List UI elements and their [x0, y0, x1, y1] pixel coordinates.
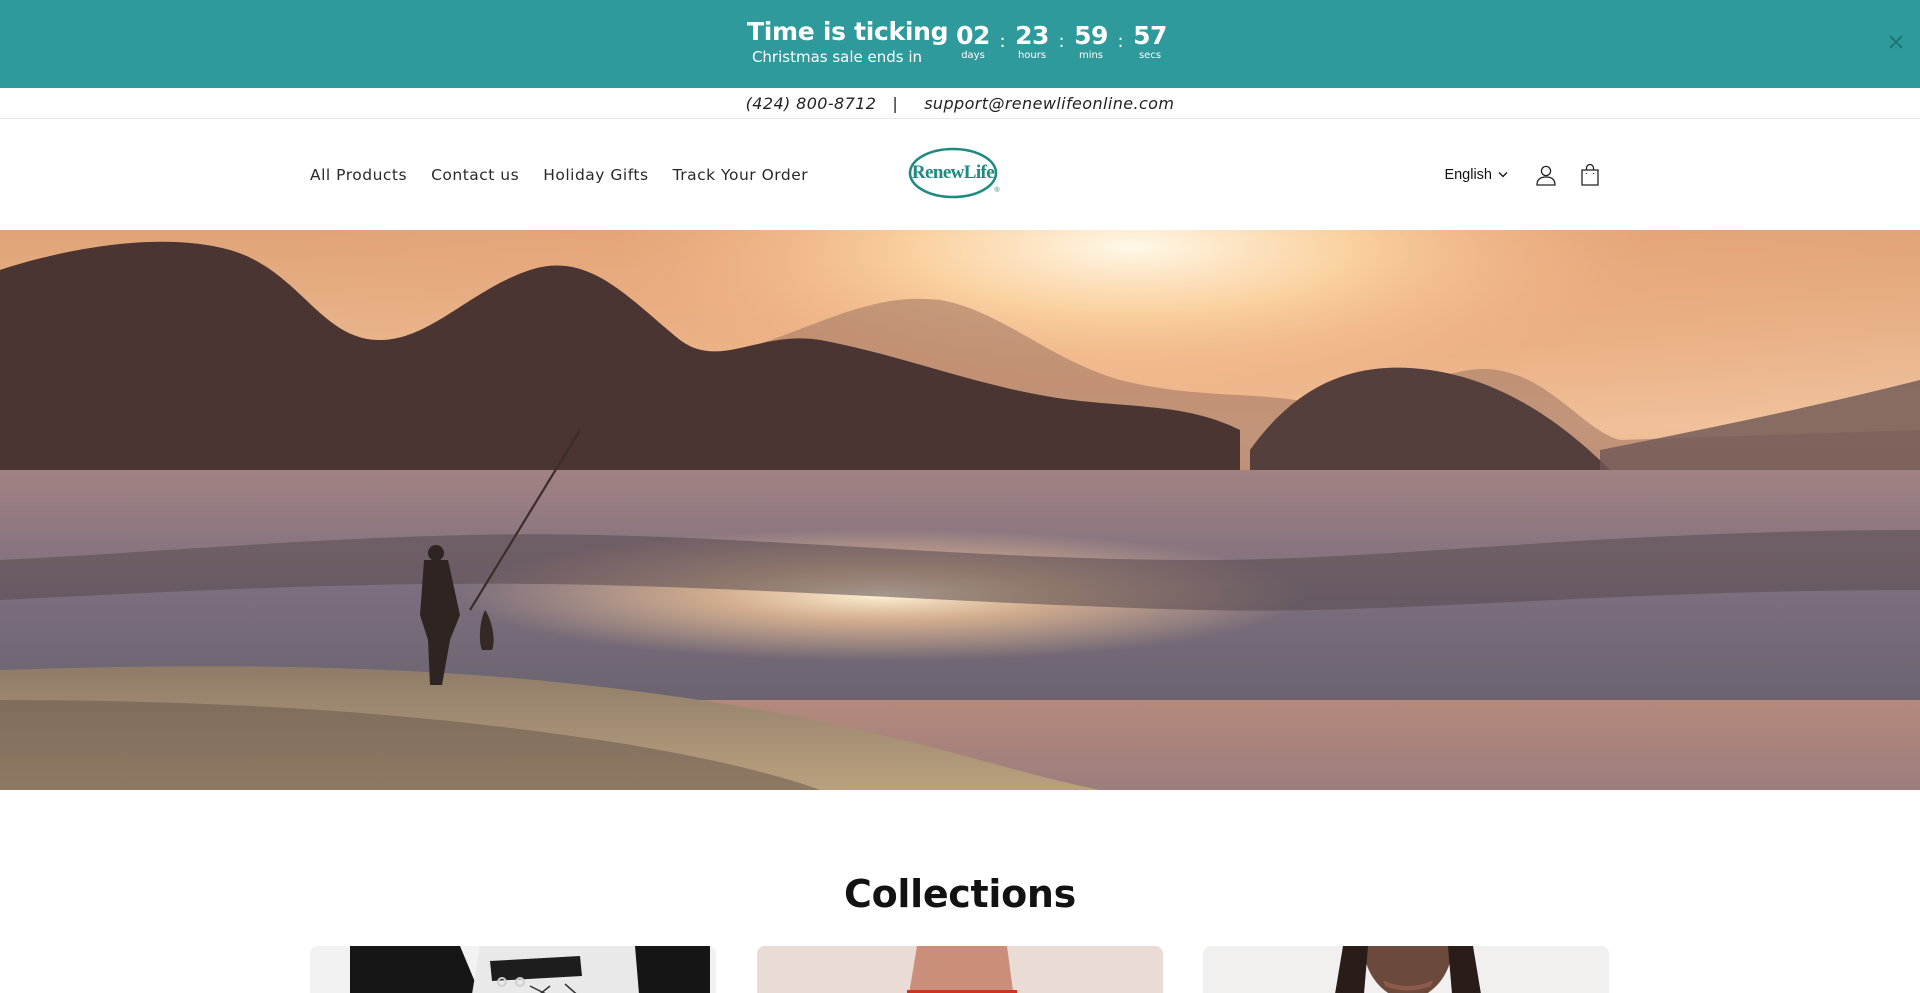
contact-phone[interactable]: (424) 800-8712	[746, 94, 877, 113]
countdown-hours-label: hours	[1017, 50, 1047, 61]
collection-card[interactable]	[310, 946, 716, 993]
countdown-separator: :	[1117, 31, 1124, 52]
header-actions: English	[1444, 119, 1612, 230]
collections-heading: Collections	[843, 872, 1076, 916]
countdown-days: 02 days	[952, 21, 994, 62]
close-icon	[1889, 35, 1903, 49]
account-icon	[1536, 165, 1556, 186]
nav-track-your-order[interactable]: Track Your Order	[673, 166, 809, 184]
countdown-mins: 59 mins	[1070, 21, 1112, 62]
cart-button[interactable]	[1568, 153, 1612, 197]
logo-registered-mark: ®	[994, 186, 1000, 194]
countdown-separator: :	[999, 31, 1006, 52]
account-button[interactable]	[1524, 153, 1568, 197]
countdown-timer: 02 days : 23 hours : 59 mins : 57 secs	[952, 21, 1171, 62]
countdown-days-value: 02	[956, 21, 990, 50]
countdown-secs-label: secs	[1138, 50, 1162, 61]
nav-all-products[interactable]: All Products	[310, 166, 407, 184]
countdown-subtitle: Christmas sale ends in	[751, 48, 923, 66]
countdown-secs-value: 57	[1133, 21, 1167, 50]
contact-email[interactable]: support@renewlifeonline.com	[924, 94, 1174, 113]
logo-text: RenewLife	[912, 162, 994, 183]
chevron-down-icon	[1498, 172, 1508, 178]
main-nav: All Products Contact us Holiday Gifts Tr…	[310, 119, 808, 230]
renewlife-logo[interactable]: RenewLife ®	[907, 145, 1003, 201]
contact-bar: (424) 800-8712 | support@renewlifeonline…	[0, 88, 1920, 119]
countdown-heading: Time is ticking Christmas sale ends in	[747, 16, 949, 66]
cart-icon	[1581, 163, 1599, 186]
language-selector[interactable]: English	[1444, 167, 1508, 183]
language-label: English	[1444, 166, 1492, 183]
hero-banner-image	[0, 230, 1920, 790]
site-header: All Products Contact us Holiday Gifts Tr…	[0, 119, 1920, 230]
nav-contact-us[interactable]: Contact us	[431, 166, 519, 184]
countdown-mins-value: 59	[1074, 21, 1108, 50]
collection-card[interactable]	[1203, 946, 1609, 993]
countdown-separator: :	[1058, 31, 1065, 52]
countdown-days-label: days	[961, 50, 985, 61]
countdown-hours-value: 23	[1015, 21, 1049, 50]
countdown-hours: 23 hours	[1011, 21, 1053, 62]
contact-separator: |	[892, 93, 899, 113]
close-banner-button[interactable]	[1884, 30, 1908, 54]
countdown-title: Time is ticking	[747, 17, 949, 46]
countdown-mins-label: mins	[1078, 50, 1104, 61]
collection-card[interactable]	[757, 946, 1163, 993]
nav-holiday-gifts[interactable]: Holiday Gifts	[543, 166, 648, 184]
countdown-secs: 57 secs	[1129, 21, 1171, 62]
countdown-banner: Time is ticking Christmas sale ends in 0…	[0, 0, 1920, 88]
